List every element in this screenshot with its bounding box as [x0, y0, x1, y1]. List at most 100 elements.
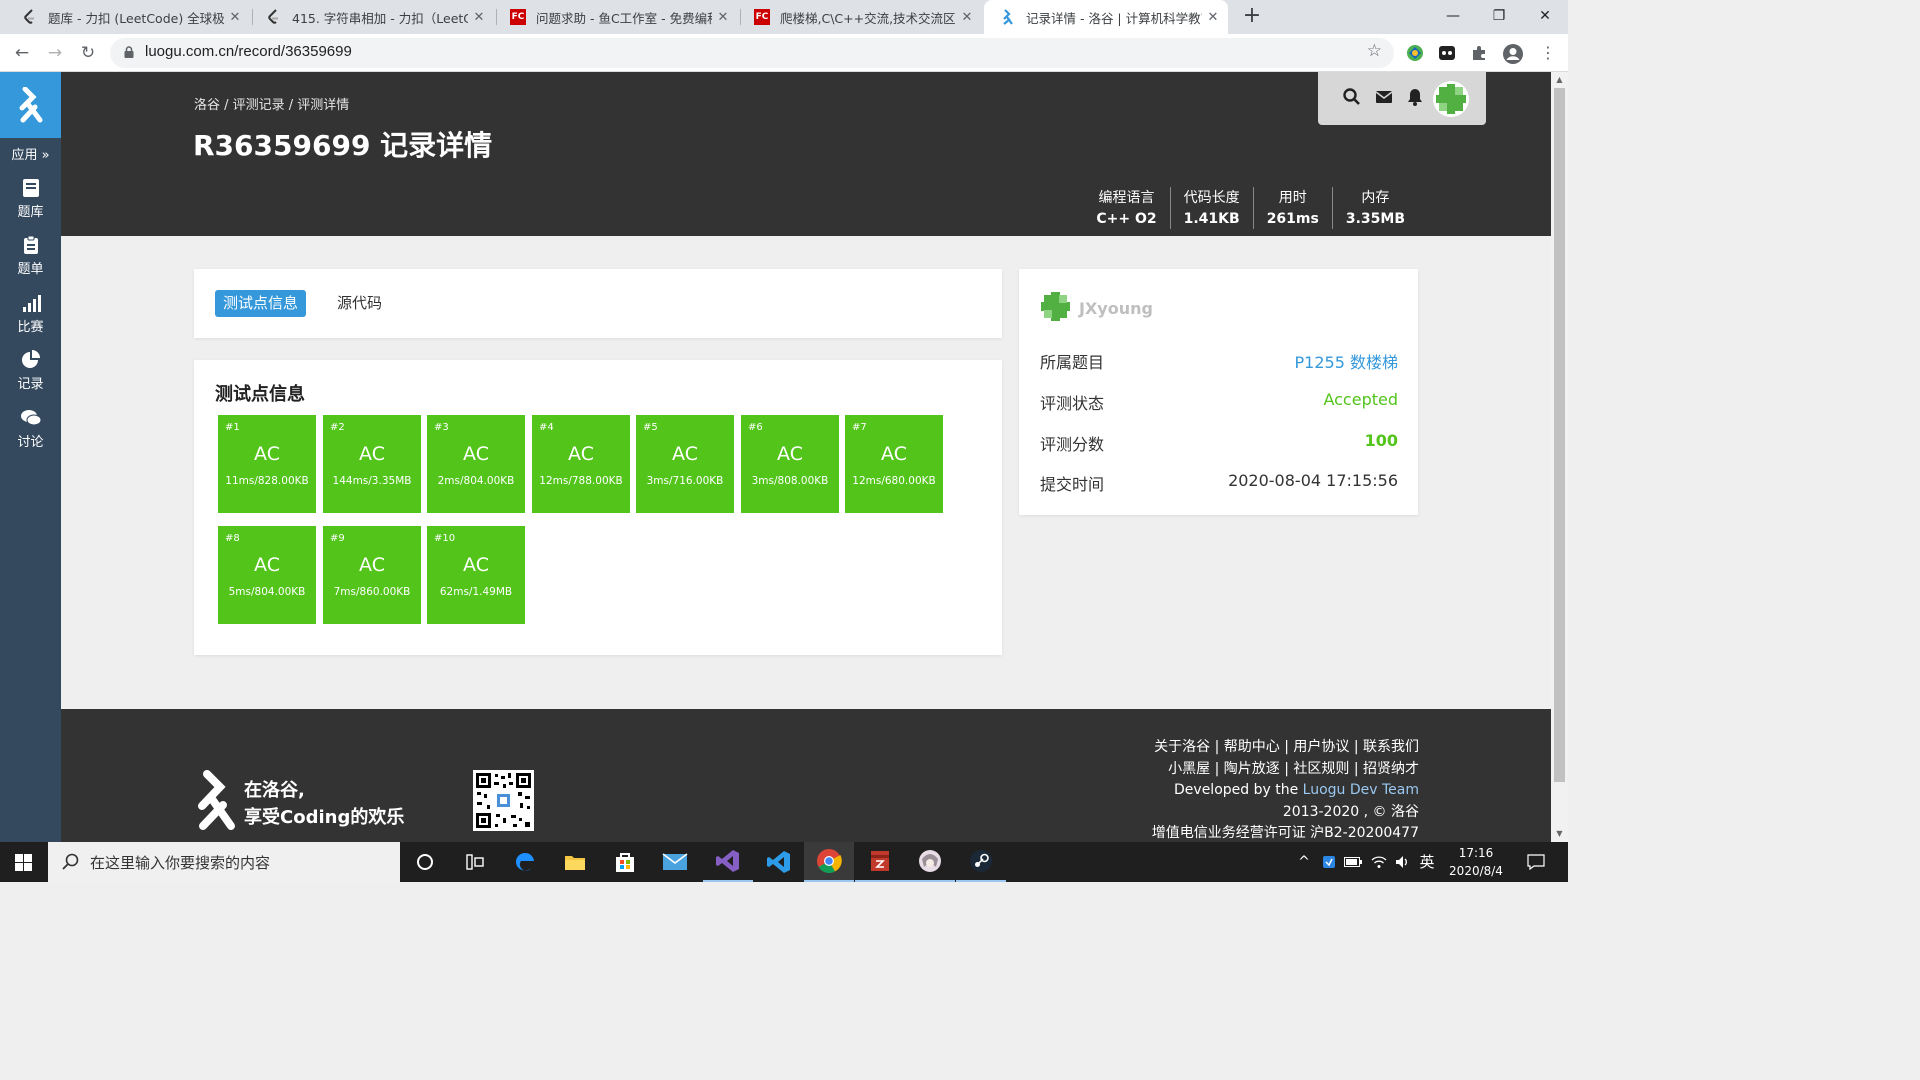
status-value: Accepted [1323, 390, 1398, 409]
sidebar-item-label: 比赛 [17, 320, 44, 335]
stat-label: 代码长度 [1183, 190, 1240, 206]
testcase-number: #6 [748, 422, 763, 433]
minimize-button[interactable]: — [1430, 0, 1476, 34]
mail-icon[interactable] [1374, 87, 1394, 107]
luogu-logo[interactable] [0, 72, 61, 138]
restore-button[interactable]: ❐ [1476, 0, 1522, 34]
user-avatar[interactable] [1039, 290, 1072, 323]
sidebar-item-records[interactable]: 记录 [0, 350, 61, 392]
sidebar-item-label: 题库 [17, 205, 44, 220]
browser-tab[interactable]: FC 爬楼梯,C\C++交流,技术交流区,鱼 ✕ [738, 0, 982, 34]
tray-expand-icon[interactable]: ^ [1294, 842, 1314, 882]
winrar-icon[interactable] [855, 842, 905, 882]
testcase-status: AC [463, 554, 489, 576]
developed-by-prefix: Developed by the [1174, 782, 1299, 798]
testcase-status: AC [254, 443, 280, 465]
sidebar-item-training[interactable]: 题单 [0, 235, 61, 277]
testcase-number: #4 [539, 422, 554, 433]
footer-links-row[interactable]: 小黑屋 | 陶片放逐 | 社区规则 | 招贤纳才 [1152, 759, 1419, 781]
browser-menu-icon[interactable]: ⋮ [1540, 43, 1556, 63]
tab-source-code[interactable]: 源代码 [329, 290, 390, 317]
puzzle-extensions-icon[interactable] [1469, 43, 1489, 63]
breadcrumb[interactable]: 洛谷 / 评测记录 / 评测详情 [194, 94, 349, 113]
page-scrollbar[interactable]: ▲ ▼ [1551, 72, 1568, 842]
vscode-icon[interactable] [754, 842, 804, 882]
sidebar-item-discuss[interactable]: 讨论 [0, 408, 61, 450]
wifi-icon[interactable] [1368, 842, 1390, 882]
testcase-block[interactable]: #6 AC 3ms/808.00KB [741, 415, 839, 513]
avatar[interactable] [1432, 80, 1470, 118]
problem-link[interactable]: P1255 数楼梯 [1295, 349, 1398, 373]
apps-menu[interactable]: 应用 » [0, 144, 61, 163]
mail-app-icon[interactable] [650, 842, 700, 882]
notification-center-icon[interactable] [1518, 842, 1554, 882]
username-link[interactable]: JXyoung [1079, 299, 1153, 318]
steam-icon[interactable] [956, 842, 1006, 882]
testcase-block[interactable]: #7 AC 12ms/680.00KB [845, 415, 943, 513]
testcase-block[interactable]: #4 AC 12ms/788.00KB [532, 415, 630, 513]
browser-tab[interactable]: 题库 - 力扣 (LeetCode) 全球极客 ✕ [6, 0, 250, 34]
close-icon[interactable]: ✕ [956, 10, 978, 25]
ime-indicator[interactable]: 英 [1416, 842, 1438, 882]
testcase-block[interactable]: #1 AC 11ms/828.00KB [218, 415, 316, 513]
file-explorer-icon[interactable] [550, 842, 600, 882]
chrome-icon[interactable] [804, 842, 854, 882]
address-bar[interactable]: luogu.com.cn/record/36359699 ☆ [110, 38, 1394, 68]
close-icon[interactable]: ✕ [468, 10, 490, 25]
testcase-number: #10 [434, 533, 456, 544]
forward-arrow-icon[interactable]: → [41, 39, 69, 67]
browser-tab[interactable]: 415. 字符串相加 - 力扣（LeetCo ✕ [250, 0, 494, 34]
back-arrow-icon[interactable]: ← [8, 39, 36, 67]
scrollbar-thumb[interactable] [1554, 88, 1565, 782]
tray-app-icon[interactable] [1318, 842, 1340, 882]
testcase-time-memory: 12ms/680.00KB [852, 475, 936, 487]
testcase-status: AC [463, 443, 489, 465]
close-icon[interactable]: ✕ [712, 10, 734, 25]
tab-testcases[interactable]: 测试点信息 [215, 290, 307, 317]
window-close-button[interactable]: ✕ [1522, 0, 1568, 34]
close-icon[interactable]: ✕ [1202, 10, 1224, 25]
record-header: 洛谷 / 评测记录 / 评测详情 R36359699 记录详情 编程语言 C++… [61, 72, 1551, 236]
stat-language: 编程语言 C++ O2 [1083, 187, 1169, 229]
sidebar-item-contest[interactable]: 比赛 [0, 293, 61, 335]
testcase-block[interactable]: #2 AC 144ms/3.35MB [323, 415, 421, 513]
testcase-block[interactable]: #9 AC 7ms/860.00KB [323, 526, 421, 624]
bell-icon[interactable] [1405, 87, 1425, 107]
volume-icon[interactable] [1392, 842, 1414, 882]
cortana-icon[interactable] [400, 842, 450, 882]
extension-icon[interactable] [1437, 43, 1457, 63]
start-button[interactable] [0, 842, 48, 882]
browser-tab-title: 题库 - 力扣 (LeetCode) 全球极客 [48, 10, 224, 26]
browser-tab-active[interactable]: 记录详情 - 洛谷 | 计算机科学教育 ✕ [984, 0, 1228, 34]
search-icon[interactable] [1342, 87, 1362, 107]
battery-icon[interactable] [1342, 842, 1364, 882]
bookmark-star-icon[interactable]: ☆ [1367, 41, 1382, 61]
browser-tab-title: 问题求助 - 鱼C工作室 - 免费编程 [536, 10, 712, 26]
testcase-status: AC [881, 443, 907, 465]
contest-bars-icon [22, 295, 41, 312]
browser-tab[interactable]: FC 问题求助 - 鱼C工作室 - 免费编程 ✕ [494, 0, 738, 34]
visual-studio-icon[interactable] [703, 842, 753, 882]
reload-icon[interactable]: ↻ [74, 39, 102, 67]
dev-team-link[interactable]: Luogu Dev Team [1303, 782, 1419, 798]
sidebar-item-problems[interactable]: 题库 [0, 178, 61, 220]
testcase-block[interactable]: #5 AC 3ms/716.00KB [636, 415, 734, 513]
scroll-up-arrow-icon[interactable]: ▲ [1551, 72, 1568, 88]
anime-avatar-app-icon[interactable] [905, 842, 955, 882]
close-icon[interactable]: ✕ [224, 10, 246, 25]
scroll-down-arrow-icon[interactable]: ▼ [1551, 826, 1568, 842]
testcase-time-memory: 11ms/828.00KB [225, 475, 309, 487]
store-icon[interactable] [600, 842, 650, 882]
testcase-block[interactable]: #8 AC 5ms/804.00KB [218, 526, 316, 624]
new-tab-button[interactable]: + [1238, 2, 1266, 30]
taskbar-search-box[interactable]: 在这里输入你要搜索的内容 [48, 842, 400, 882]
edge-icon[interactable] [500, 842, 550, 882]
testcase-block[interactable]: #3 AC 2ms/804.00KB [427, 415, 525, 513]
taskbar-clock[interactable]: 17:16 2020/8/4 [1440, 844, 1512, 880]
extension-icon[interactable] [1405, 43, 1425, 63]
testcase-block[interactable]: #10 AC 62ms/1.49MB [427, 526, 525, 624]
stat-label: 内存 [1361, 190, 1390, 206]
footer-links-row[interactable]: 关于洛谷 | 帮助中心 | 用户协议 | 联系我们 [1152, 737, 1419, 759]
profile-avatar-icon[interactable] [1502, 43, 1523, 64]
task-view-icon[interactable] [450, 842, 500, 882]
